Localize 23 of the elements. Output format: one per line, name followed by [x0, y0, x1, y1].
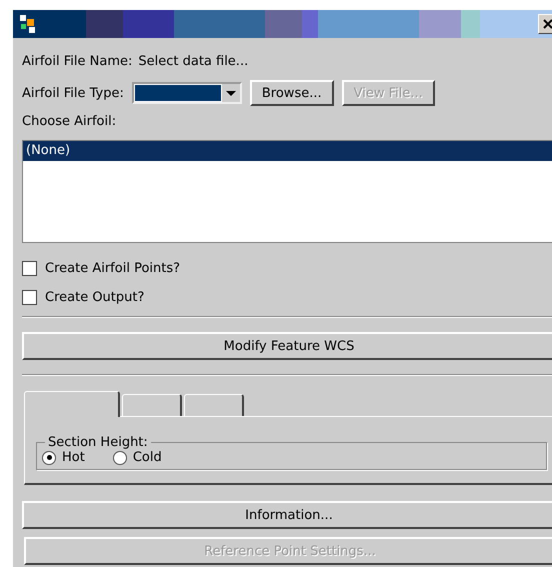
checkbox[interactable]: [22, 290, 37, 305]
tab[interactable]: [122, 394, 182, 416]
checkbox[interactable]: [22, 261, 37, 276]
app-icon: [19, 14, 37, 34]
file-type-label: Airfoil File Type:: [22, 86, 124, 100]
tab[interactable]: [184, 394, 244, 416]
modify-wcs-button[interactable]: Modify Feature WCS: [22, 332, 552, 360]
airfoil-list[interactable]: (None): [22, 140, 552, 243]
group-label: Section Height:: [47, 435, 149, 450]
list-item[interactable]: (None): [23, 141, 552, 161]
close-icon: [541, 17, 552, 31]
checkbox-label: Create Output?: [45, 290, 144, 305]
file-name-value: Select data file...: [138, 54, 248, 68]
radio-label: Cold: [132, 450, 162, 465]
file-type-dropdown[interactable]: [132, 82, 242, 104]
file-name-label: Airfoil File Name:: [22, 54, 132, 68]
radio-button[interactable]: [42, 450, 56, 464]
information-button[interactable]: Information...: [22, 501, 552, 529]
choose-airfoil-label: Choose Airfoil:: [22, 114, 116, 128]
radio-button[interactable]: [112, 450, 127, 464]
checkbox-label: Create Airfoil Points?: [45, 261, 180, 276]
browse-button[interactable]: Browse...: [250, 80, 334, 106]
radio-label: Hot: [62, 450, 85, 465]
